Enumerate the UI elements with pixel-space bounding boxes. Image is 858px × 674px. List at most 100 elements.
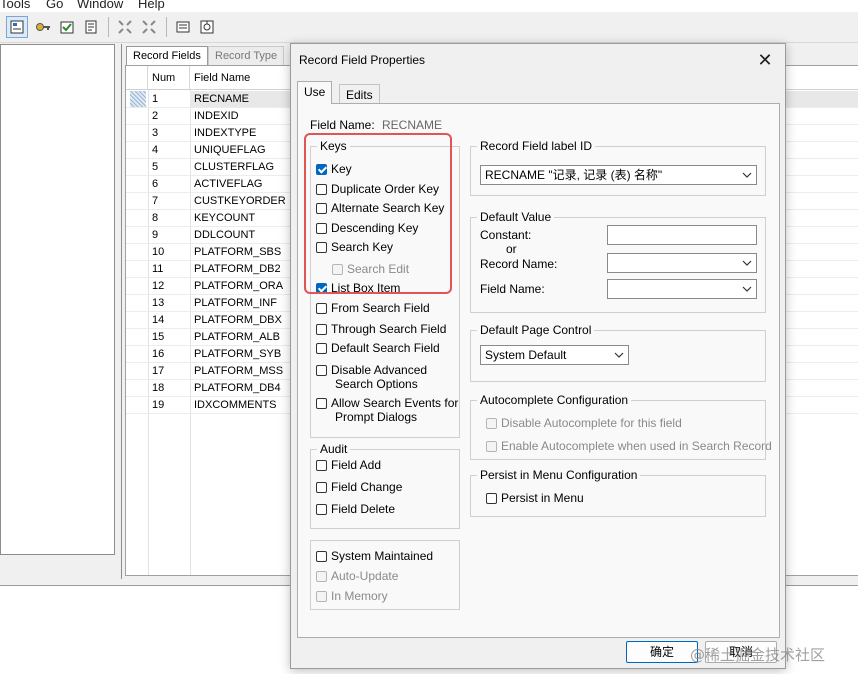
search-edit-checkbox: Search Edit: [332, 262, 409, 276]
cell-field-name: KEYCOUNT: [194, 212, 256, 224]
ok-button[interactable]: 确定: [626, 641, 698, 663]
cell-field-name: CUSTKEYORDER: [194, 195, 286, 207]
checkbox-label: Duplicate Order Key: [331, 182, 440, 196]
disable-advanced-checkbox[interactable]: Disable Advanced Search Options: [316, 363, 427, 391]
label-id-dropdown[interactable]: RECNAME "记录, 记录 (表) 名称": [480, 165, 757, 185]
record-name-dropdown[interactable]: [607, 253, 757, 273]
menu-tools[interactable]: Tools: [0, 0, 30, 11]
checkbox-label-block: Duplicate Order Key: [331, 182, 439, 196]
default-search-field-checkbox[interactable]: Default Search Field: [316, 341, 440, 355]
list-icon[interactable]: [172, 16, 194, 38]
through-search-field-checkbox[interactable]: Through Search Field: [316, 322, 446, 336]
checkbox-label: Alternate Search Key: [331, 201, 445, 215]
cell-num: 12: [152, 280, 165, 292]
checkbox-checked-icon: [316, 164, 327, 175]
chevron-down-icon: [614, 352, 624, 358]
record-field-properties-dialog: Record Field Properties ✕ Use Edits Fiel…: [290, 43, 786, 669]
duplicate-order-key-checkbox[interactable]: Duplicate Order Key: [316, 182, 439, 196]
validate-icon[interactable]: [56, 16, 78, 38]
row-selector-icon: [130, 91, 146, 108]
field-add-checkbox[interactable]: Field Add: [316, 458, 381, 472]
field-change-checkbox[interactable]: Field Change: [316, 480, 402, 494]
checkbox-box: [316, 551, 327, 562]
checkbox-label: Descending Key: [331, 221, 419, 235]
dialog-title: Record Field Properties: [299, 53, 426, 67]
checkbox-box: [316, 398, 327, 409]
collapse-icon[interactable]: [114, 16, 136, 38]
close-icon[interactable]: ✕: [753, 48, 777, 72]
list-box-item-checkbox[interactable]: List Box Item: [316, 281, 400, 295]
field-delete-checkbox[interactable]: Field Delete: [316, 502, 395, 516]
checkbox-label: List Box Item: [331, 281, 401, 295]
checkbox-label-block: Through Search Field: [331, 322, 446, 336]
column-header-num[interactable]: Num: [148, 66, 190, 90]
field-name-dropdown[interactable]: [607, 279, 757, 299]
cell-num: 4: [152, 144, 159, 156]
cell-num: 15: [152, 331, 165, 343]
constant-input[interactable]: [607, 225, 757, 245]
checkbox-label-block: Disable Autocomplete for this field: [501, 416, 682, 430]
checkbox-box: [486, 418, 497, 429]
keys-icon[interactable]: [32, 16, 54, 38]
checkbox-label-line2: Prompt Dialogs: [335, 410, 418, 424]
checkbox-box: [316, 184, 327, 195]
cell-field-name: UNIQUEFLAG: [194, 144, 266, 156]
properties-icon[interactable]: [6, 16, 28, 38]
in-memory-checkbox: In Memory: [316, 589, 388, 603]
disable-autocomplete-checkbox: Disable Autocomplete for this field: [486, 416, 682, 430]
alternate-search-key-checkbox[interactable]: Alternate Search Key: [316, 201, 444, 215]
tab-record-type[interactable]: Record Type: [208, 46, 285, 65]
project-tree-pane[interactable]: [0, 44, 115, 555]
cell-num: 3: [152, 127, 159, 139]
cell-field-name: INDEXTYPE: [194, 127, 257, 139]
from-search-field-checkbox[interactable]: From Search Field: [316, 301, 430, 315]
menu-go[interactable]: Go: [46, 0, 63, 11]
cell-num: 10: [152, 246, 165, 258]
tab-record-fields[interactable]: Record Fields: [126, 46, 208, 65]
page-control-dropdown[interactable]: System Default: [480, 345, 629, 365]
menu-help[interactable]: Help: [138, 0, 165, 11]
persist-in-menu-label: Persist in Menu: [501, 491, 584, 505]
system-maintained-checkbox[interactable]: System Maintained: [316, 549, 433, 563]
cell-num: 19: [152, 399, 165, 411]
checkbox-box: [316, 571, 327, 582]
constant-label: Constant:: [480, 228, 532, 242]
checkbox-label-block: Search Key: [331, 240, 393, 254]
checkbox-label-block: Alternate Search Key: [331, 201, 444, 215]
enable-autocomplete-checkbox: Enable Autocomplete when used in Search …: [486, 439, 772, 453]
allow-search-events-for-checkbox[interactable]: Allow Search Events for Prompt Dialogs: [316, 396, 458, 424]
cell-num: 5: [152, 161, 159, 173]
checkbox-label-block: Key: [331, 162, 352, 176]
cell-num: 2: [152, 110, 159, 122]
settings-icon[interactable]: [196, 16, 218, 38]
autocomplete-legend: Autocomplete Configuration: [477, 393, 632, 407]
cell-field-name: PLATFORM_SYB: [194, 348, 282, 360]
menu-window[interactable]: Window: [77, 0, 123, 11]
checkbox-box: [316, 504, 327, 515]
checkbox-label-block: In Memory: [331, 589, 388, 603]
checkbox-label-block: Descending Key: [331, 221, 418, 235]
record-icon[interactable]: [80, 16, 102, 38]
checkbox-label: Field Change: [331, 480, 403, 494]
checkbox-label: Allow Search Events for: [331, 396, 459, 410]
field-name-label: Field Name:: [310, 118, 375, 132]
cell-num: 6: [152, 178, 159, 190]
cell-num: 13: [152, 297, 165, 309]
cell-field-name: PLATFORM_DB4: [194, 382, 281, 394]
tab-use[interactable]: Use: [297, 81, 333, 104]
label-id-value: RECNAME "记录, 记录 (表) 名称": [485, 168, 663, 182]
search-key-checkbox[interactable]: Search Key: [316, 240, 393, 254]
descending-key-checkbox[interactable]: Descending Key: [316, 221, 418, 235]
cell-field-name: PLATFORM_INF: [194, 297, 277, 309]
key-checkbox[interactable]: Key: [316, 162, 352, 176]
checkbox-label: Through Search Field: [331, 322, 447, 336]
checkbox-label: Search Edit: [347, 262, 410, 276]
persist-in-menu-checkbox[interactable]: Persist in Menu: [486, 491, 584, 505]
default-value-legend: Default Value: [477, 210, 555, 224]
tab-edits[interactable]: Edits: [339, 84, 380, 104]
or-label: or: [506, 242, 517, 256]
expand-icon[interactable]: [138, 16, 160, 38]
checkbox-box: [316, 203, 327, 214]
checkbox-label-block: Allow Search Events for Prompt Dialogs: [331, 396, 458, 424]
checkbox-label-block: List Box Item: [331, 281, 400, 295]
